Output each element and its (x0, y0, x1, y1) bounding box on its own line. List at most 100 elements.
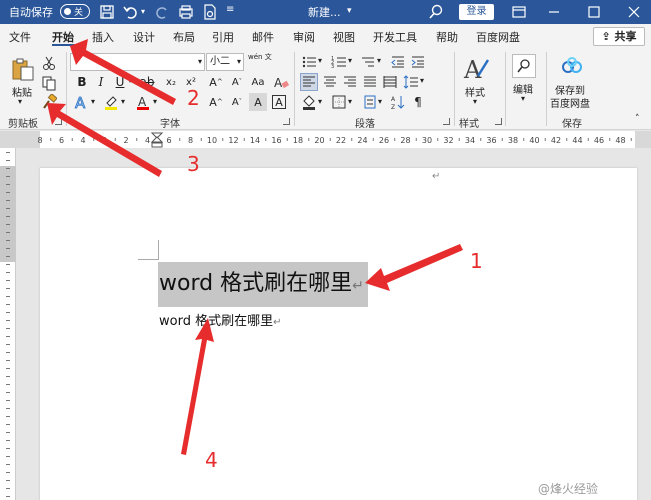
copy-icon[interactable] (40, 74, 58, 92)
tab-developer[interactable]: 开发工具 (373, 29, 417, 45)
line-spacing-icon[interactable] (402, 73, 420, 91)
font-color-icon[interactable]: A (134, 93, 152, 111)
multilevel-dropdown-icon[interactable]: ▾ (377, 56, 381, 65)
minimize-icon[interactable] (545, 3, 563, 21)
borders-dropdown-icon[interactable]: ▾ (348, 97, 352, 106)
maximize-icon[interactable] (585, 3, 603, 21)
grow-font-icon[interactable]: A ^ (207, 73, 225, 91)
tab-references[interactable]: 引用 (212, 29, 234, 45)
format-painter-icon[interactable] (40, 93, 58, 111)
redo-icon[interactable] (153, 3, 171, 21)
tab-mailings[interactable]: 邮件 (252, 29, 274, 45)
bullets-icon[interactable] (300, 53, 318, 71)
vertical-ruler[interactable] (0, 148, 16, 500)
clear-formatting-icon[interactable]: A (272, 73, 290, 91)
font-color-dropdown-icon[interactable]: ▾ (153, 97, 157, 106)
customize-qat-icon[interactable]: ≡ (226, 4, 234, 15)
close-icon[interactable] (625, 3, 643, 21)
line-spacing-dropdown-icon[interactable]: ▾ (420, 76, 424, 85)
styles-dropdown-icon[interactable]: ▾ (473, 97, 477, 106)
login-button[interactable]: 登录 (459, 4, 494, 20)
collapse-ribbon-icon[interactable]: ˄ (635, 114, 640, 124)
highlight-icon[interactable] (102, 93, 120, 111)
document-heading-line[interactable]: word 格式刷在哪里↵ (159, 265, 364, 297)
italic-icon[interactable]: I (92, 73, 110, 91)
chinese-layout-icon[interactable] (361, 93, 379, 111)
tab-insert[interactable]: 插入 (92, 29, 114, 45)
baidu-netdisk-label[interactable]: 百度网盘 (550, 95, 590, 110)
numbering-dropdown-icon[interactable]: ▾ (348, 56, 352, 65)
align-center-icon[interactable] (321, 73, 339, 91)
clipboard-launcher-icon[interactable] (55, 118, 62, 125)
bold-icon[interactable]: B (73, 73, 91, 91)
shading-icon[interactable] (300, 93, 318, 111)
styles-launcher-icon[interactable] (495, 118, 502, 125)
numbering-icon[interactable]: 123 (330, 53, 348, 71)
styles-gallery-icon[interactable]: A (462, 54, 490, 82)
shrink-font-icon[interactable]: Aˇ (228, 73, 246, 91)
highlight-dropdown-icon[interactable]: ▾ (121, 97, 125, 106)
show-marks-icon[interactable]: ¶ (409, 93, 427, 111)
ruler-tick-label: 2 (123, 136, 128, 145)
undo-dropdown-icon[interactable]: ▾ (141, 7, 145, 16)
undo-icon[interactable] (122, 3, 140, 21)
tab-file[interactable]: 文件 (9, 29, 31, 45)
save-icon[interactable] (98, 3, 116, 21)
borders-icon[interactable] (330, 93, 348, 111)
text-effects-dropdown-icon[interactable]: ▾ (91, 97, 95, 106)
edit-dropdown-icon[interactable]: ▾ (521, 94, 525, 103)
autosave-toggle[interactable]: 关 (60, 4, 90, 19)
tab-design[interactable]: 设计 (133, 29, 155, 45)
tab-help[interactable]: 帮助 (436, 29, 458, 45)
bullets-dropdown-icon[interactable]: ▾ (318, 56, 322, 65)
character-shading-icon[interactable]: A (249, 93, 267, 111)
annotation-label-3: 3 (187, 152, 200, 176)
character-border-icon[interactable]: A (272, 95, 286, 109)
change-case-icon[interactable]: Aa (249, 73, 267, 91)
vertical-ruler-tick (6, 152, 10, 153)
shading-dropdown-icon[interactable]: ▾ (318, 97, 322, 106)
horizontal-ruler[interactable]: 8 6 4 2 2 4 6 8 10 12 14 16 18 20 22 24 26 28 30 32 34 36 38 40… (0, 131, 651, 148)
indent-marker-icon[interactable] (151, 132, 163, 148)
text-effects-icon[interactable]: A (72, 93, 92, 111)
tab-review[interactable]: 审阅 (293, 29, 315, 45)
ribbon-display-icon[interactable] (510, 3, 528, 21)
tab-layout[interactable]: 布局 (173, 29, 195, 45)
phonetic-guide-icon[interactable]: wén 文 (248, 53, 272, 61)
align-left-icon[interactable] (300, 73, 318, 91)
strikethrough-icon[interactable]: ab (138, 73, 156, 91)
cut-icon[interactable] (40, 54, 58, 72)
underline-icon[interactable]: U (111, 73, 129, 91)
align-right-icon[interactable] (341, 73, 359, 91)
tab-view[interactable]: 视图 (333, 29, 355, 45)
tab-home[interactable]: 开始 (52, 29, 74, 45)
tab-baidu-netdisk[interactable]: 百度网盘 (476, 29, 520, 45)
search-icon[interactable] (427, 3, 445, 21)
paste-dropdown-icon[interactable]: ▾ (18, 97, 22, 106)
editing-icon[interactable] (512, 54, 536, 78)
font-size-combo[interactable]: 小二 ▾ (206, 53, 244, 71)
title-dropdown-icon[interactable]: ▾ (347, 6, 352, 16)
sort-icon[interactable]: AZ (389, 93, 407, 111)
font-name-combo[interactable]: ▾ (70, 53, 205, 71)
increase-indent-icon[interactable] (409, 53, 427, 71)
vertical-ruler-tick (6, 264, 10, 265)
decrease-indent-icon[interactable] (389, 53, 407, 71)
subscript-icon[interactable]: x₂ (162, 73, 180, 91)
baidu-netdisk-icon[interactable] (560, 55, 584, 79)
font-launcher-icon[interactable] (283, 118, 290, 125)
shrink-font-icon-2[interactable]: Aˇ (228, 93, 246, 111)
multilevel-list-icon[interactable] (359, 53, 377, 71)
print-preview-icon[interactable] (177, 3, 195, 21)
pdf-icon[interactable] (201, 3, 219, 21)
distributed-icon[interactable] (381, 73, 399, 91)
document-paragraph-line[interactable]: word 格式刷在哪里↵ (159, 310, 281, 329)
document-page[interactable] (40, 168, 637, 500)
chinese-layout-dropdown-icon[interactable]: ▾ (378, 97, 382, 106)
underline-dropdown-icon[interactable]: ▾ (128, 76, 132, 85)
paste-icon[interactable] (10, 56, 36, 82)
paragraph-launcher-icon[interactable] (443, 118, 450, 125)
justify-icon[interactable] (361, 73, 379, 91)
share-button[interactable]: ⇪ 共享 (593, 27, 645, 46)
grow-font-icon-2[interactable]: A ^ (207, 93, 225, 111)
